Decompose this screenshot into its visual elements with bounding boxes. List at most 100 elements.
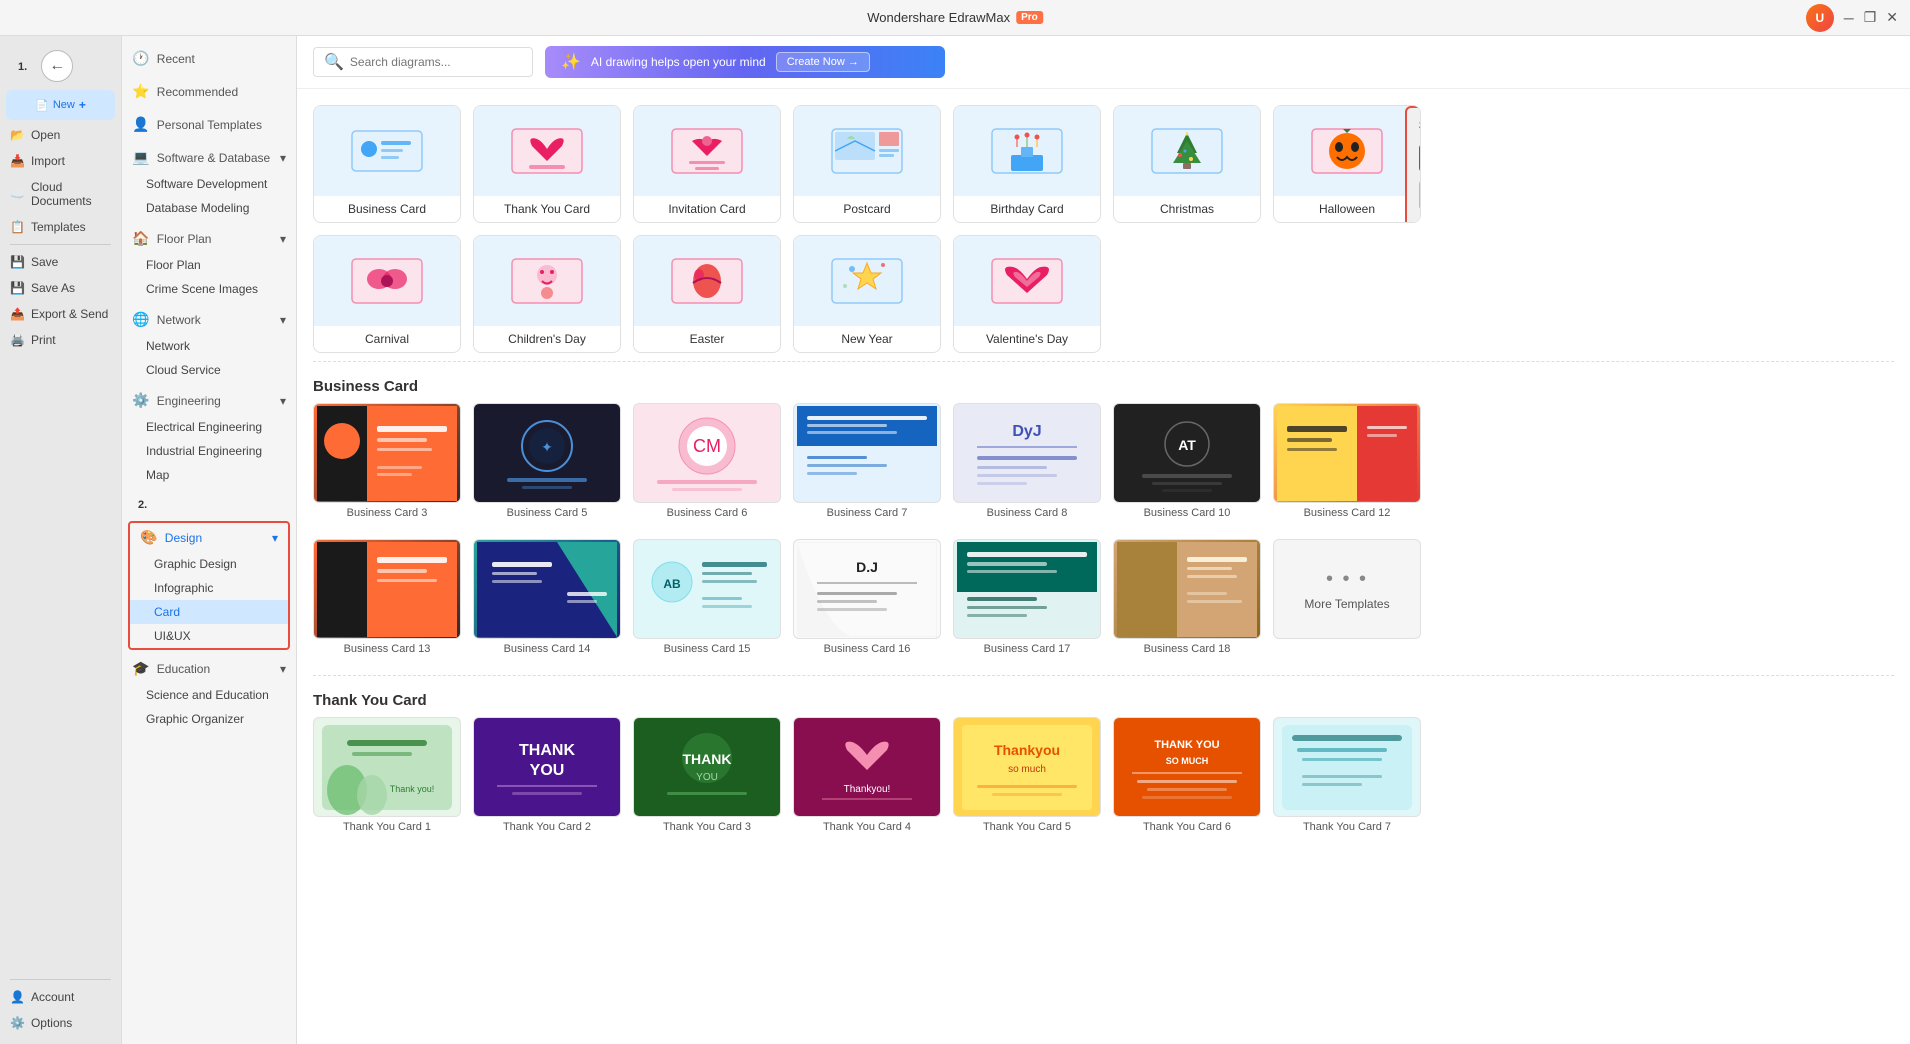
category-card-thank-you[interactable]: Thank You Card — [473, 105, 621, 223]
sidebar-divider — [10, 244, 111, 245]
category-img-newyear — [794, 236, 940, 326]
template-card-bc6[interactable]: CM Business Card 6 — [633, 403, 781, 523]
personal-icon: 👤 — [132, 116, 149, 132]
sidebar-item-save[interactable]: 💾 Save — [0, 249, 121, 275]
section-education-header[interactable]: 🎓 Education ▾ — [122, 654, 296, 683]
template-card-more[interactable]: • • • More Templates More — [1273, 539, 1421, 659]
svg-text:THANK YOU: THANK YOU — [1154, 739, 1219, 751]
category-card-halloween[interactable]: Halloween 3. Create New See templates Ha… — [1273, 105, 1421, 223]
template-card-bc12[interactable]: Business Card 12 — [1273, 403, 1421, 523]
template-card-ty5[interactable]: Thankyou so much Thank You Card 5 — [953, 717, 1101, 837]
category-grid-row2: Carnival Children's Day — [297, 231, 1910, 361]
sub-item-graphic-org[interactable]: Graphic Organizer — [122, 707, 296, 731]
section-software: 💻 Software & Database ▾ Software Develop… — [122, 143, 296, 220]
search-box[interactable]: 🔍 — [313, 47, 533, 77]
sidebar-item-account[interactable]: 👤 Account — [0, 984, 121, 1010]
chevron-down-icon-2: ▾ — [280, 232, 286, 246]
template-card-bc7[interactable]: Business Card 7 — [793, 403, 941, 523]
category-card-valentine[interactable]: Valentine's Day — [953, 235, 1101, 353]
section-recommended-header[interactable]: ⭐ Recommended — [122, 77, 296, 106]
category-label-birthday: Birthday Card — [954, 196, 1100, 222]
template-card-bc13[interactable]: Business Card 13 — [313, 539, 461, 659]
sidebar-item-print[interactable]: 🖨️ Print — [0, 327, 121, 353]
template-card-bc5[interactable]: ✦ Business Card 5 — [473, 403, 621, 523]
sub-item-industrial[interactable]: Industrial Engineering — [122, 439, 296, 463]
template-card-bc8[interactable]: DyJ Business Card 8 — [953, 403, 1101, 523]
sub-item-uiux[interactable]: UI&UX — [130, 624, 288, 648]
title-bar: Wondershare EdrawMax Pro U ─ ❐ ✕ — [0, 0, 1910, 36]
section-floorplan-header[interactable]: 🏠 Floor Plan ▾ — [122, 224, 296, 253]
category-card-birthday[interactable]: Birthday Card — [953, 105, 1101, 223]
sidebar-item-options[interactable]: ⚙️ Options — [0, 1010, 121, 1036]
template-card-bc15[interactable]: AB Business Card 15 — [633, 539, 781, 659]
category-card-childrens[interactable]: Children's Day — [473, 235, 621, 353]
sidebar-item-export[interactable]: 📤 Export & Send — [0, 301, 121, 327]
business-card-grid-row1: Business Card 3 ✦ Business Card 5 — [297, 403, 1910, 531]
category-card-carnival[interactable]: Carnival — [313, 235, 461, 353]
template-card-bc17[interactable]: Business Card 17 — [953, 539, 1101, 659]
maximize-button[interactable]: ❐ — [1864, 9, 1877, 26]
section-engineering-header[interactable]: ⚙️ Engineering ▾ — [122, 386, 296, 415]
category-card-invitation[interactable]: Invitation Card — [633, 105, 781, 223]
sub-item-floorplan[interactable]: Floor Plan — [122, 253, 296, 277]
sub-item-infographic[interactable]: Infographic — [130, 576, 288, 600]
template-card-ty2[interactable]: THANK YOU Thank You Card 2 — [473, 717, 621, 837]
sidebar-item-cloud[interactable]: ☁️ Cloud Documents — [0, 174, 121, 214]
sub-item-electrical[interactable]: Electrical Engineering — [122, 415, 296, 439]
main-content: 🔍 ✨ AI drawing helps open your mind Crea… — [297, 36, 1910, 1044]
user-avatar[interactable]: U — [1806, 4, 1834, 32]
section-personal-header[interactable]: 👤 Personal Templates — [122, 110, 296, 139]
template-card-ty3[interactable]: THANK YOU Thank You Card 3 — [633, 717, 781, 837]
svg-text:THANK: THANK — [683, 751, 732, 767]
cloud-icon: ☁️ — [10, 187, 25, 201]
search-input[interactable] — [350, 55, 522, 69]
template-card-bc10[interactable]: AT Business Card 10 — [1113, 403, 1261, 523]
category-card-business-card[interactable]: Business Card — [313, 105, 461, 223]
sub-item-science[interactable]: Science and Education — [122, 683, 296, 707]
template-card-bc16[interactable]: D.J Business Card 16 — [793, 539, 941, 659]
section-recent-header[interactable]: 🕐 Recent — [122, 44, 296, 73]
sidebar-item-templates[interactable]: 📋 Templates — [0, 214, 121, 240]
template-thumb-ty2: THANK YOU — [473, 717, 621, 817]
template-card-bc3[interactable]: Business Card 3 — [313, 403, 461, 523]
category-label-easter: Easter — [634, 326, 780, 352]
sub-item-graphic-design[interactable]: Graphic Design — [130, 552, 288, 576]
close-button[interactable]: ✕ — [1886, 9, 1898, 26]
template-card-ty1[interactable]: Thank you! Thank You Card 1 — [313, 717, 461, 837]
section-network-header[interactable]: 🌐 Network ▾ — [122, 305, 296, 334]
section-software-header[interactable]: 💻 Software & Database ▾ — [122, 143, 296, 172]
template-card-ty6[interactable]: THANK YOU SO MUCH Thank You Card 6 — [1113, 717, 1261, 837]
sidebar-item-import[interactable]: 📥 Import — [0, 148, 121, 174]
category-label-childrens: Children's Day — [474, 326, 620, 352]
section-design-header[interactable]: 🎨 Design ▾ — [130, 523, 288, 552]
options-label: Options — [31, 1016, 72, 1030]
create-now-button[interactable]: Create Now → — [776, 52, 870, 72]
template-card-ty4[interactable]: Thankyou! Thank You Card 4 — [793, 717, 941, 837]
sub-item-map[interactable]: Map — [122, 463, 296, 487]
create-new-button[interactable]: Create New — [1419, 144, 1421, 172]
back-button[interactable]: ← — [41, 50, 73, 82]
template-label-bc12: Business Card 12 — [1273, 503, 1421, 523]
category-img-postcard — [794, 106, 940, 196]
section-design: 2. 🎨 Design ▾ Graphic Design Infographic… — [122, 491, 296, 650]
category-card-postcard[interactable]: Postcard — [793, 105, 941, 223]
minimize-button[interactable]: ─ — [1844, 10, 1854, 26]
category-card-easter[interactable]: Easter — [633, 235, 781, 353]
see-templates-button[interactable]: See templates — [1419, 180, 1421, 210]
sub-item-cloud-service[interactable]: Cloud Service — [122, 358, 296, 382]
template-card-bc14[interactable]: Business Card 14 — [473, 539, 621, 659]
sub-item-network[interactable]: Network — [122, 334, 296, 358]
sidebar-item-saveas[interactable]: 💾 Save As — [0, 275, 121, 301]
sidebar-item-open[interactable]: 📂 Open — [0, 122, 121, 148]
template-card-ty7[interactable]: Thank You Card 7 — [1273, 717, 1421, 837]
sub-item-crime[interactable]: Crime Scene Images — [122, 277, 296, 301]
category-card-newyear[interactable]: New Year — [793, 235, 941, 353]
category-card-christmas[interactable]: Christmas — [1113, 105, 1261, 223]
template-card-bc18[interactable]: Business Card 18 — [1113, 539, 1261, 659]
sidebar-item-new[interactable]: 📄 New + — [6, 90, 115, 120]
sub-item-card[interactable]: Card — [130, 600, 288, 624]
chevron-down-icon-5: ▾ — [272, 531, 278, 545]
thank-you-grid: Thank you! Thank You Card 1 THANK YOU Th… — [297, 717, 1910, 845]
sub-item-database[interactable]: Database Modeling — [122, 196, 296, 220]
sub-item-software-dev[interactable]: Software Development — [122, 172, 296, 196]
